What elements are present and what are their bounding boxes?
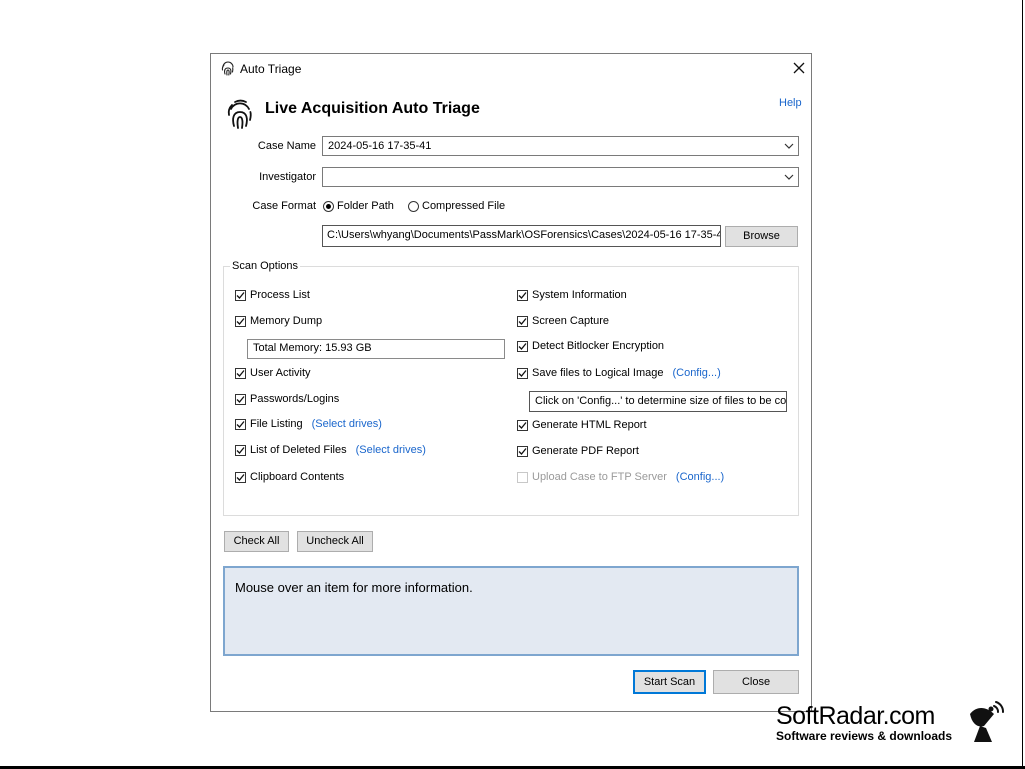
check-all-button[interactable]: Check All: [224, 531, 289, 552]
total-memory-field: Total Memory: 15.93 GB: [247, 339, 505, 359]
uncheck-all-button[interactable]: Uncheck All: [297, 531, 373, 552]
close-icon[interactable]: [789, 58, 809, 78]
user-activity-checkbox[interactable]: User Activity: [235, 367, 311, 379]
file-listing-label: File Listing: [250, 418, 303, 430]
fingerprint-icon: [221, 61, 234, 76]
html-report-label: Generate HTML Report: [532, 419, 647, 431]
watermark-tagline: Software reviews & downloads: [776, 729, 953, 743]
checkbox-indicator: [235, 393, 246, 405]
clipboard-contents-label: Clipboard Contents: [250, 471, 345, 483]
folder-path-label: Folder Path: [337, 200, 394, 212]
deleted-files-select-drives-link[interactable]: (Select drives): [356, 444, 426, 456]
dialog-heading: Live Acquisition Auto Triage: [265, 100, 480, 117]
checkbox-indicator: [517, 315, 528, 327]
checkbox-indicator: [235, 444, 246, 456]
scan-options-title: Scan Options: [230, 260, 301, 272]
logical-image-checkbox[interactable]: Save files to Logical Image (Config...): [517, 367, 721, 379]
passwords-logins-checkbox[interactable]: Passwords/Logins: [235, 393, 339, 405]
system-information-label: System Information: [532, 289, 627, 301]
logical-image-hint-field: Click on 'Config...' to determine size o…: [529, 391, 787, 412]
browse-button[interactable]: Browse: [725, 226, 798, 247]
logical-image-label: Save files to Logical Image: [532, 367, 664, 379]
deleted-files-label: List of Deleted Files: [250, 444, 347, 456]
title-bar: Auto Triage: [211, 54, 811, 84]
process-list-label: Process List: [250, 289, 310, 301]
info-text: Mouse over an item for more information.: [235, 580, 473, 595]
auto-triage-dialog: Auto Triage Live Acquisition Auto Triage…: [210, 53, 812, 712]
memory-dump-checkbox[interactable]: Memory Dump: [235, 315, 322, 327]
checkbox-indicator: [517, 419, 528, 431]
page-edge-right: [1022, 0, 1023, 768]
case-name-value: 2024-05-16 17-35-41: [328, 140, 432, 152]
investigator-combobox[interactable]: [322, 167, 799, 187]
file-listing-checkbox[interactable]: File Listing (Select drives): [235, 418, 382, 430]
checkbox-indicator: [235, 367, 246, 379]
process-list-checkbox[interactable]: Process List: [235, 289, 310, 301]
chevron-down-icon[interactable]: [784, 141, 794, 151]
system-information-checkbox[interactable]: System Information: [517, 289, 627, 301]
ftp-config-link[interactable]: (Config...): [676, 471, 724, 483]
fingerprint-icon: [227, 99, 252, 129]
bitlocker-checkbox[interactable]: Detect Bitlocker Encryption: [517, 340, 664, 352]
html-report-checkbox[interactable]: Generate HTML Report: [517, 419, 647, 431]
file-listing-select-drives-link[interactable]: (Select drives): [312, 418, 382, 430]
info-panel: Mouse over an item for more information.: [223, 566, 799, 656]
help-link[interactable]: Help: [779, 97, 802, 109]
bitlocker-label: Detect Bitlocker Encryption: [532, 340, 665, 352]
watermark-name: SoftRadar.com: [776, 702, 935, 730]
ftp-upload-checkbox: Upload Case to FTP Server (Config...): [517, 471, 724, 483]
window-title: Auto Triage: [240, 62, 302, 76]
checkbox-indicator: [235, 418, 246, 430]
softradar-watermark: SoftRadar.com Software reviews & downloa…: [776, 702, 952, 743]
folder-path-radio[interactable]: Folder Path: [323, 200, 394, 212]
compressed-file-label: Compressed File: [422, 200, 506, 212]
memory-dump-label: Memory Dump: [250, 315, 323, 327]
investigator-label: Investigator: [259, 171, 316, 183]
compressed-file-radio[interactable]: Compressed File: [408, 200, 505, 212]
start-scan-button[interactable]: Start Scan: [633, 670, 706, 694]
checkbox-indicator: [517, 340, 528, 352]
clipboard-contents-checkbox[interactable]: Clipboard Contents: [235, 471, 344, 483]
deleted-files-checkbox[interactable]: List of Deleted Files (Select drives): [235, 444, 426, 456]
case-name-combobox[interactable]: 2024-05-16 17-35-41: [322, 136, 799, 156]
case-format-label: Case Format: [252, 200, 316, 212]
checkbox-indicator: [235, 471, 246, 483]
chevron-down-icon[interactable]: [784, 172, 794, 182]
logical-image-config-link[interactable]: (Config...): [672, 367, 720, 379]
passwords-logins-label: Passwords/Logins: [250, 393, 340, 405]
pdf-report-label: Generate PDF Report: [532, 445, 639, 457]
checkbox-indicator: [517, 367, 528, 379]
radio-indicator: [323, 200, 334, 212]
checkbox-indicator: [235, 289, 246, 301]
radio-indicator: [408, 200, 419, 212]
checkbox-indicator: [517, 445, 528, 457]
screen-capture-checkbox[interactable]: Screen Capture: [517, 315, 609, 327]
ftp-upload-label: Upload Case to FTP Server: [532, 471, 667, 483]
checkbox-indicator: [235, 315, 246, 327]
checkbox-indicator: [517, 289, 528, 301]
close-button[interactable]: Close: [713, 670, 799, 694]
case-path-input[interactable]: C:\Users\whyang\Documents\PassMark\OSFor…: [322, 225, 721, 247]
satellite-dish-icon: [970, 701, 1004, 742]
checkbox-indicator: [517, 471, 528, 483]
pdf-report-checkbox[interactable]: Generate PDF Report: [517, 445, 639, 457]
user-activity-label: User Activity: [250, 367, 311, 379]
screen-capture-label: Screen Capture: [532, 315, 610, 327]
case-name-label: Case Name: [257, 140, 316, 152]
